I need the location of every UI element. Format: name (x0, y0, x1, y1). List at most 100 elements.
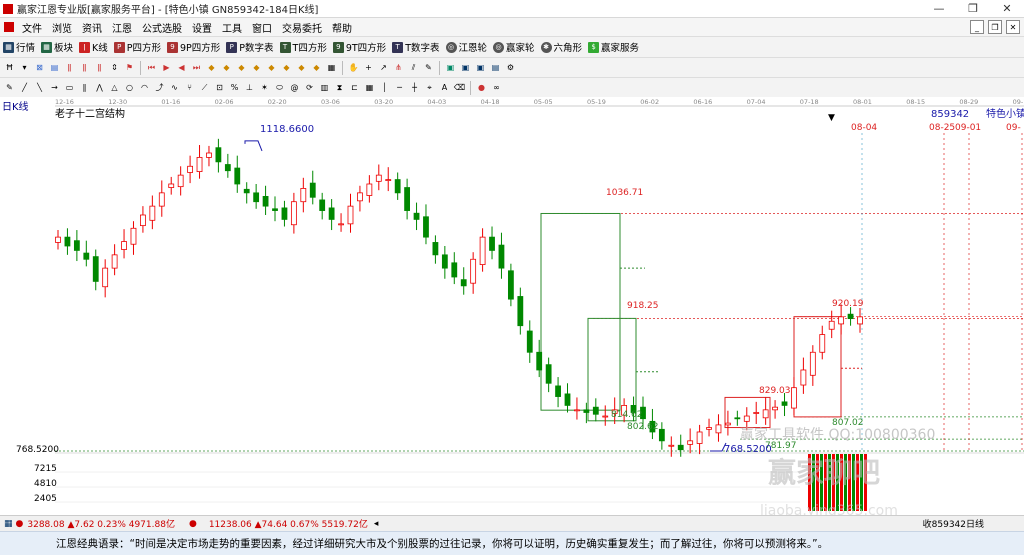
menu-file[interactable]: 文件 (17, 20, 47, 35)
channel-icon[interactable]: ⫽ (408, 62, 419, 73)
menu-settings[interactable]: 设置 (187, 20, 217, 35)
line-draw-icon[interactable]: ╱ (19, 82, 30, 93)
diamond1-icon[interactable]: ◆ (206, 62, 217, 73)
tool-sector-button[interactable]: ▦ 板块 (38, 40, 76, 54)
grid2-icon[interactable]: ▦ (326, 62, 337, 73)
tool-9t-square-button[interactable]: 9 9T四方形 (330, 40, 389, 54)
star-icon[interactable]: ✶ (259, 82, 270, 93)
color-icon[interactable]: ● (476, 82, 487, 93)
minimize-button[interactable]: — (922, 0, 956, 17)
scroll-left-icon[interactable]: ◂ (374, 519, 379, 529)
circle-icon[interactable]: ○ (124, 82, 135, 93)
percent-icon[interactable]: % (229, 82, 240, 93)
ellipse-icon[interactable]: ⬭ (274, 82, 285, 93)
menu-info[interactable]: 资讯 (77, 20, 107, 35)
diamond6-icon[interactable]: ◆ (281, 62, 292, 73)
diamond3-icon[interactable]: ◆ (236, 62, 247, 73)
menu-trade[interactable]: 交易委托 (277, 20, 327, 35)
index-quote-1[interactable]: 3288.08 ▲7.62 0.23% 4971.88亿 (27, 517, 175, 530)
play-icon[interactable]: ▶ (161, 62, 172, 73)
box-icon[interactable]: ⊡ (214, 82, 225, 93)
index-quote-2[interactable]: 11238.06 ▲74.64 0.67% 5519.72亿 (209, 517, 368, 530)
arrow-dropdown-icon[interactable]: ⇕ (109, 62, 120, 73)
menu-gann[interactable]: 江恩 (107, 20, 137, 35)
stairs-icon[interactable]: ⊏ (349, 82, 360, 93)
ray-icon[interactable]: → (49, 82, 60, 93)
cycle-icon[interactable]: ⟳ (304, 82, 315, 93)
mdi-minimize-button[interactable]: _ (970, 20, 984, 34)
tool-service-button[interactable]: $ 赢家服务 (585, 40, 642, 54)
gann-fan-icon[interactable]: ⋀ (94, 82, 105, 93)
disk-icon[interactable]: ▣ (460, 62, 471, 73)
diamond8-icon[interactable]: ◆ (311, 62, 322, 73)
diamond7-icon[interactable]: ◆ (296, 62, 307, 73)
fork-icon[interactable]: ⑂ (184, 82, 195, 93)
scale-icon[interactable]: ⊥ (244, 82, 255, 93)
candle-icon[interactable]: ǁ (64, 62, 75, 73)
fan-icon[interactable]: ⋔ (393, 62, 404, 73)
vline-icon[interactable]: │ (379, 82, 390, 93)
arc-icon[interactable]: ◠ (139, 82, 150, 93)
menu-tools[interactable]: 工具 (217, 20, 247, 35)
candle3-icon[interactable]: ǁ (94, 62, 105, 73)
tool-hexagon-button[interactable]: ✱ 六角形 (538, 40, 586, 54)
rect-icon[interactable]: ▭ (64, 82, 75, 93)
spiral-icon[interactable]: @ (289, 82, 300, 93)
tools-icon[interactable]: ⚙ (505, 62, 516, 73)
tool-winner-wheel-button[interactable]: ◎ 赢家轮 (490, 40, 538, 54)
trend-icon[interactable]: ⤴ (154, 82, 165, 93)
tool-p-square-button[interactable]: P P四方形 (111, 40, 164, 54)
status-grid-icon[interactable]: ▦ (4, 519, 13, 529)
close-button[interactable]: ✕ (990, 0, 1024, 17)
save-icon[interactable]: ▣ (445, 62, 456, 73)
wave-icon[interactable]: ∿ (169, 82, 180, 93)
pen-icon[interactable]: ✎ (4, 82, 15, 93)
mdi-restore-button[interactable]: ❐ (988, 20, 1002, 34)
mark-icon[interactable]: ⌖ (424, 82, 435, 93)
link-icon[interactable]: ∞ (491, 82, 502, 93)
tool-p-table-button[interactable]: P P数字表 (223, 40, 276, 54)
flag-icon[interactable]: ⚑ (124, 62, 135, 73)
cross-icon[interactable]: + (363, 62, 374, 73)
mdi-close-button[interactable]: ✕ (1006, 20, 1020, 34)
menu-formula[interactable]: 公式选股 (137, 20, 187, 35)
time-icon[interactable]: ⧗ (334, 82, 345, 93)
diamond2-icon[interactable]: ◆ (221, 62, 232, 73)
segment-icon[interactable]: ╲ (34, 82, 45, 93)
line-icon[interactable]: ↗ (378, 62, 389, 73)
panel-icon[interactable]: ▤ (490, 62, 501, 73)
first-icon[interactable]: ⏮ (146, 62, 157, 73)
text-icon[interactable]: A (439, 82, 450, 93)
kline-chart-svg[interactable]: 12-16 12-30 01-16 02-06 02-20 03-06 03-20 04-03… (0, 97, 1024, 519)
tool-9p-square-button[interactable]: 9 9P四方形 (164, 40, 223, 54)
cols-icon[interactable]: ▦ (364, 82, 375, 93)
candle2-icon[interactable]: ǁ (79, 62, 90, 73)
hline-icon[interactable]: ─ (394, 82, 405, 93)
delete-icon[interactable]: ⌫ (454, 82, 465, 93)
hand-icon[interactable]: ✋ (348, 62, 359, 73)
menu-window[interactable]: 窗口 (247, 20, 277, 35)
diamond5-icon[interactable]: ◆ (266, 62, 277, 73)
last-icon[interactable]: ⏭ (191, 62, 202, 73)
kline-chart[interactable]: 12-16 12-30 01-16 02-06 02-20 03-06 03-20 04-03… (0, 97, 1024, 519)
grid-icon[interactable]: ⊠ (34, 62, 45, 73)
tool-quotes-button[interactable]: ▦ 行情 (0, 40, 38, 54)
bars-icon[interactable]: ▥ (319, 82, 330, 93)
menu-browse[interactable]: 浏览 (47, 20, 77, 35)
disk2-icon[interactable]: ▣ (475, 62, 486, 73)
parallel-icon[interactable]: ∥ (79, 82, 90, 93)
dropdown-icon[interactable]: ▼ (828, 113, 835, 123)
tool-t-table-button[interactable]: T T数字表 (389, 40, 442, 54)
tool-t-square-button[interactable]: T T四方形 (277, 40, 330, 54)
dropdown-icon[interactable]: ▾ (19, 62, 30, 73)
zig-icon[interactable]: ⟋ (199, 82, 210, 93)
tool-kline-button[interactable]: ǀ K线 (76, 40, 111, 54)
back-icon[interactable]: ◀ (176, 62, 187, 73)
crossline-icon[interactable]: ┼ (409, 82, 420, 93)
text-tool-icon[interactable]: Ħ (4, 62, 15, 73)
maximize-button[interactable]: ❐ (956, 0, 990, 17)
triangle-icon[interactable]: △ (109, 82, 120, 93)
tool-gann-wheel-button[interactable]: ◎ 江恩轮 (443, 40, 491, 54)
diamond4-icon[interactable]: ◆ (251, 62, 262, 73)
table-icon[interactable]: ▤ (49, 62, 60, 73)
